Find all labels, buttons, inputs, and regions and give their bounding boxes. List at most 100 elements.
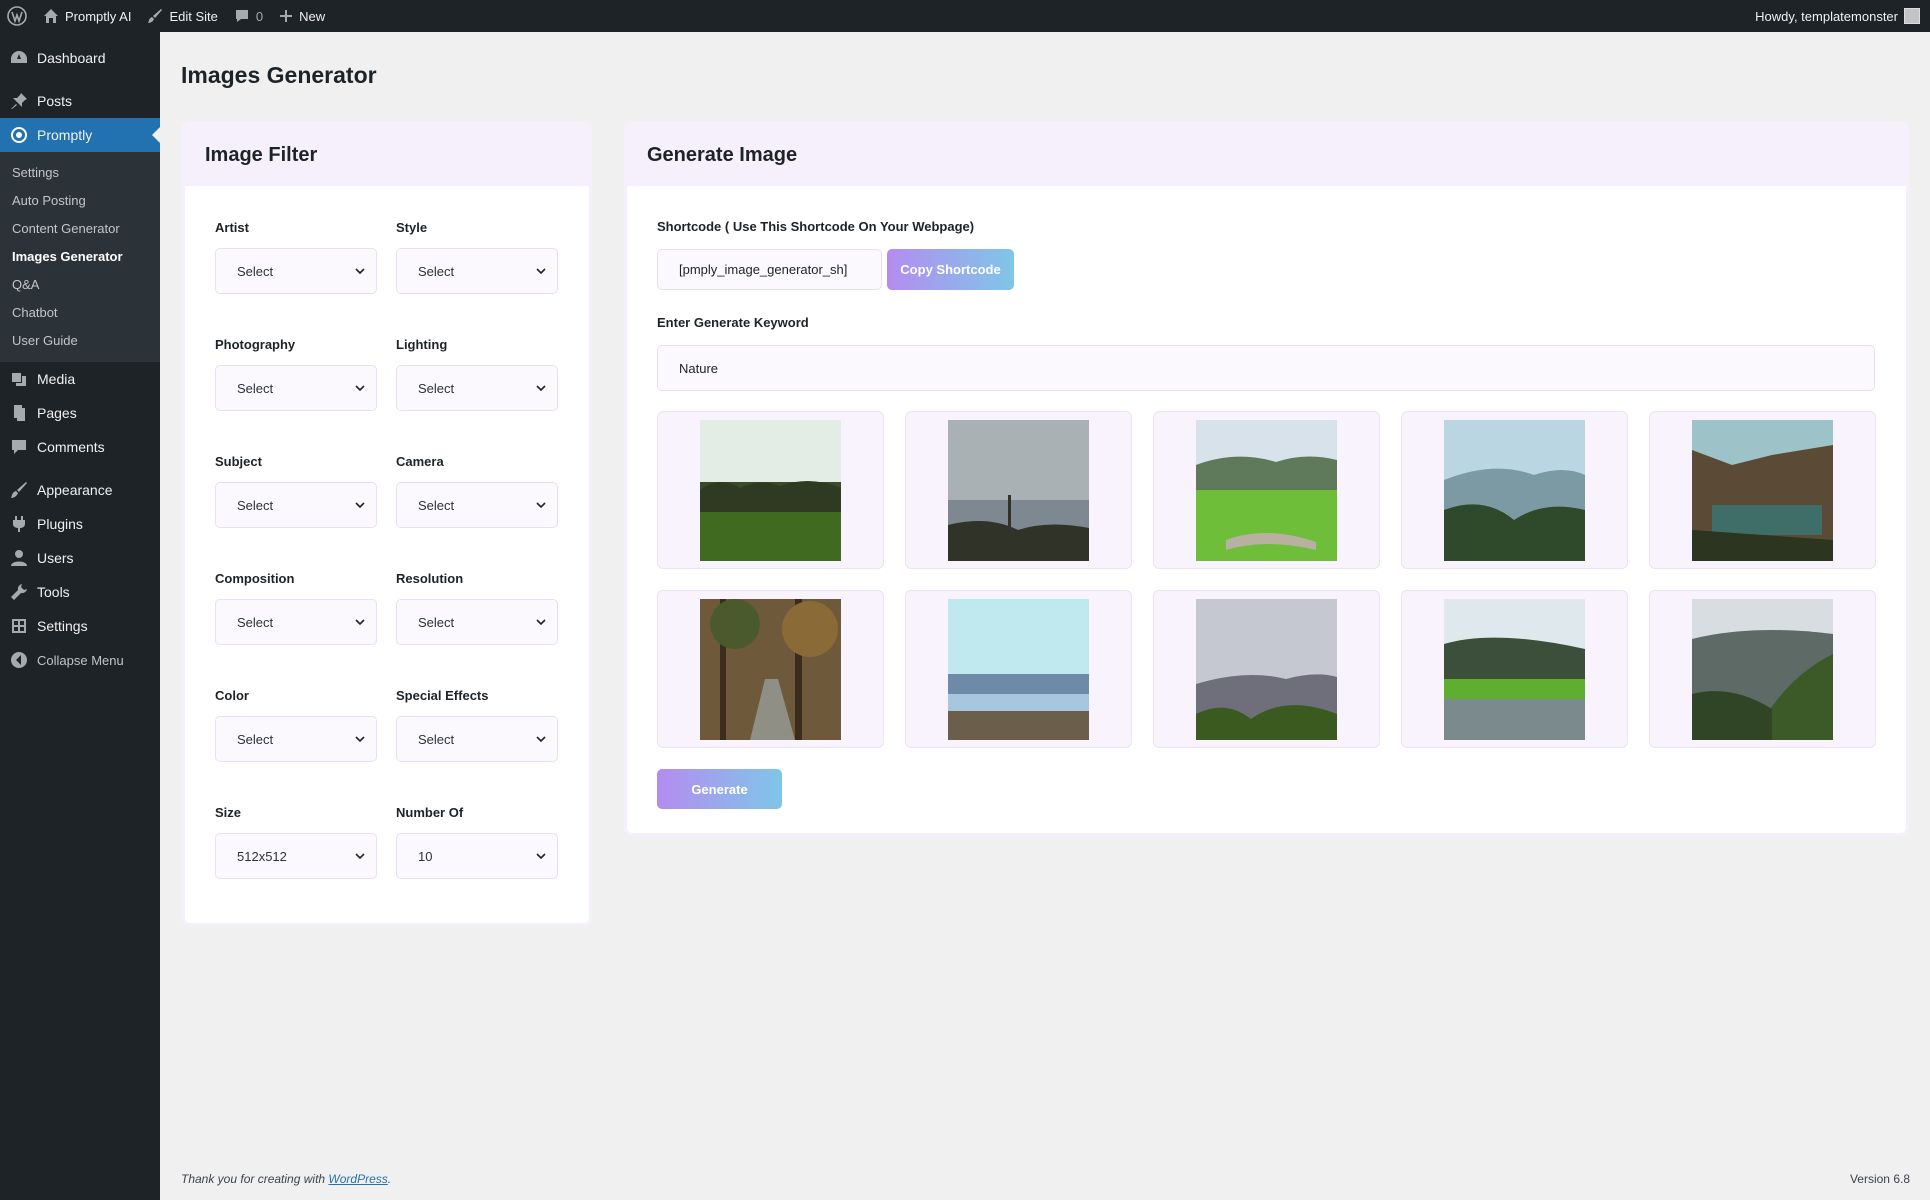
sidebar-item-pages[interactable]: Pages [0, 396, 160, 430]
select-value: 10 [418, 848, 433, 864]
generated-image-tile[interactable] [1153, 411, 1380, 569]
sidebar-item-appearance[interactable]: Appearance [0, 473, 160, 507]
special-effects-select[interactable]: Select [396, 716, 558, 762]
sidebar-label-comments: Comments [37, 439, 105, 455]
generated-image-tile[interactable] [1401, 590, 1628, 748]
sidebar-label-media: Media [37, 371, 76, 387]
submenu-item-settings[interactable]: Settings [0, 158, 160, 186]
generated-image-lake-shore-sky [948, 598, 1089, 740]
sidebar-item-settings[interactable]: Settings [0, 609, 160, 643]
submenu-item-auto-posting[interactable]: Auto Posting [0, 186, 160, 214]
select-value: Select [237, 614, 274, 630]
field-label: Resolution [396, 570, 464, 586]
settings-grid-icon [12, 619, 26, 633]
new-content-link[interactable]: New [271, 0, 333, 32]
wrench-icon [11, 584, 27, 600]
generate-button[interactable]: Generate [657, 769, 782, 809]
generated-image-tile[interactable] [1153, 590, 1380, 748]
generated-image-tile[interactable] [657, 411, 884, 569]
comments-count: 0 [255, 8, 264, 24]
select-value: Select [237, 380, 274, 396]
edit-site-label: Edit Site [169, 8, 218, 24]
avatar [1904, 8, 1920, 24]
submenu-item-content-generator[interactable]: Content Generator [0, 214, 160, 242]
generated-image-tile[interactable] [905, 411, 1132, 569]
comments-link[interactable]: 0 [226, 0, 271, 32]
style-select[interactable]: Select [396, 248, 558, 294]
site-name-label: Promptly AI [65, 8, 132, 24]
field-label: Style [396, 219, 428, 235]
subject-select[interactable]: Select [215, 482, 377, 528]
admin-sidebar: Dashboard Posts Promptly Settings Auto P… [0, 32, 160, 1200]
sidebar-label-plugins: Plugins [37, 516, 83, 532]
submenu-item-chatbot[interactable]: Chatbot [0, 298, 160, 326]
lighting-select[interactable]: Select [396, 365, 558, 411]
sidebar-item-media[interactable]: Media [0, 362, 160, 396]
field-label: Lighting [396, 336, 448, 352]
wordpress-logo-button[interactable] [0, 0, 35, 32]
sidebar-item-promptly[interactable]: Promptly [0, 118, 160, 152]
sidebar-label-appearance: Appearance [37, 482, 113, 498]
generated-image-tile[interactable] [1649, 411, 1876, 569]
field-label: Color [215, 687, 249, 703]
color-select[interactable]: Select [215, 716, 377, 762]
copy-shortcode-button[interactable]: Copy Shortcode [887, 249, 1014, 290]
resolution-select[interactable]: Select [396, 599, 558, 645]
composition-select[interactable]: Select [215, 599, 377, 645]
sidebar-label-collapse: Collapse Menu [37, 652, 124, 668]
sidebar-item-plugins[interactable]: Plugins [0, 507, 160, 541]
filter-field-subject: Subject Select [215, 450, 377, 567]
filter-field-artist: Artist Select [215, 216, 377, 333]
size-select[interactable]: 512x512 [215, 833, 377, 879]
generate-image-title: Generate Image [627, 124, 1906, 186]
collapse-arrow-icon [11, 652, 27, 668]
image-filter-panel: Image Filter Artist Select Style Select … [182, 121, 592, 926]
photography-select[interactable]: Select [215, 365, 377, 411]
generated-image-misty-hills-trees [948, 419, 1089, 561]
new-label: New [299, 8, 326, 24]
chevron-down-icon [536, 385, 546, 392]
artist-select[interactable]: Select [215, 248, 377, 294]
select-value: Select [418, 731, 455, 747]
dashboard-icon [11, 51, 27, 63]
account-menu[interactable]: Howdy, templatemonster [1747, 0, 1930, 32]
chevron-down-icon [355, 385, 365, 392]
edit-site-link[interactable]: Edit Site [139, 0, 225, 32]
plus-icon [280, 10, 293, 22]
sidebar-item-tools[interactable]: Tools [0, 575, 160, 609]
admin-bar: Promptly AI Edit Site 0 New Howdy, templ… [0, 0, 1930, 32]
plugin-icon [13, 516, 25, 532]
generated-image-tile[interactable] [1649, 590, 1876, 748]
wordpress-link[interactable]: WordPress [328, 1172, 387, 1186]
filter-field-size: Size 512x512 [215, 801, 377, 918]
shortcode-field[interactable]: [pmply_image_generator_sh] [657, 249, 882, 290]
select-value: 512x512 [237, 848, 287, 864]
keyword-label: Enter Generate Keyword [657, 314, 809, 330]
camera-select[interactable]: Select [396, 482, 558, 528]
filter-grid: Artist Select Style Select Photography S… [215, 216, 558, 918]
field-label: Photography [215, 336, 296, 352]
image-filter-title: Image Filter [185, 124, 589, 186]
sidebar-item-users[interactable]: Users [0, 541, 160, 575]
generated-image-palm-trees-rice-field [700, 419, 841, 561]
submenu-item-images-generator[interactable]: Images Generator [0, 242, 160, 270]
sidebar-item-comments[interactable]: Comments [0, 430, 160, 464]
shortcode-label: Shortcode ( Use This Shortcode On Your W… [657, 218, 975, 234]
collapse-menu-button[interactable]: Collapse Menu [0, 643, 160, 677]
sidebar-item-dashboard[interactable]: Dashboard [0, 41, 160, 75]
keyword-input[interactable]: Nature [657, 345, 1875, 391]
chevron-down-icon [355, 619, 365, 626]
generated-image-tile[interactable] [657, 590, 884, 748]
number-of-select[interactable]: 10 [396, 833, 558, 879]
filter-field-special-effects: Special Effects Select [396, 684, 558, 801]
generated-image-river-palms-grass [1444, 598, 1585, 740]
pin-icon [11, 93, 27, 109]
filter-field-resolution: Resolution Select [396, 567, 558, 684]
site-name-link[interactable]: Promptly AI [35, 0, 139, 32]
generated-image-tile[interactable] [905, 590, 1132, 748]
generated-image-tile[interactable] [1401, 411, 1628, 569]
sidebar-item-posts[interactable]: Posts [0, 84, 160, 118]
submenu-item-qa[interactable]: Q&A [0, 270, 160, 298]
submenu-item-user-guide[interactable]: User Guide [0, 326, 160, 354]
chevron-down-icon [355, 502, 365, 509]
